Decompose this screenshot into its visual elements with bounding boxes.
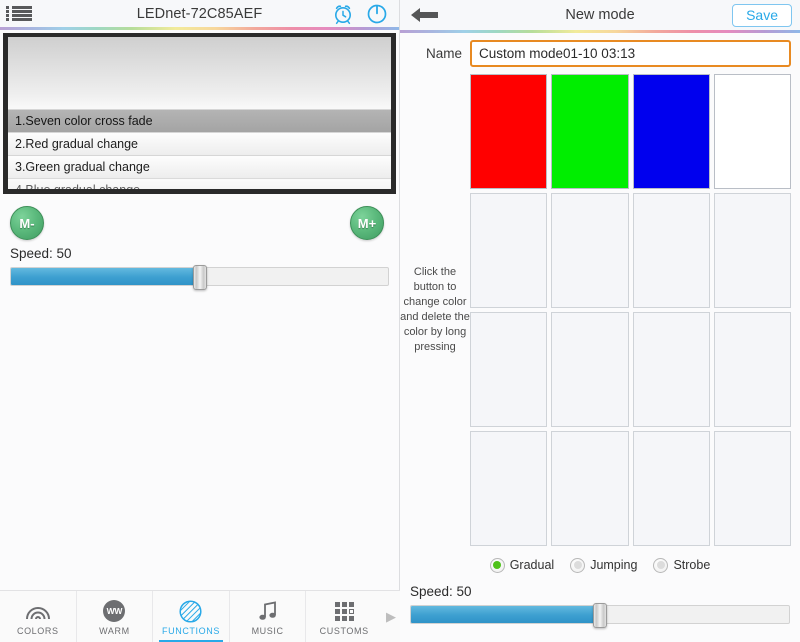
right-speed-control: Speed: 50 bbox=[400, 580, 800, 628]
left-speed-slider[interactable] bbox=[10, 265, 389, 290]
left-speed-label: Speed: 50 bbox=[10, 246, 72, 261]
right-speed-label: Speed: 50 bbox=[410, 584, 472, 599]
music-note-icon bbox=[258, 599, 278, 623]
left-speed-slider-fill bbox=[11, 268, 200, 285]
nav-label: MUSIC bbox=[251, 626, 284, 636]
ww-circle-icon: WW bbox=[103, 599, 126, 623]
color-cell[interactable] bbox=[551, 312, 629, 427]
header-icon-group bbox=[331, 2, 399, 26]
hamburger-list-icon[interactable] bbox=[6, 4, 32, 24]
nav-label: CUSTOMS bbox=[319, 626, 369, 636]
hatched-circle-icon bbox=[179, 599, 203, 623]
rainbow-divider bbox=[0, 27, 399, 30]
name-field-label: Name bbox=[425, 46, 462, 61]
radio-label: Gradual bbox=[509, 558, 555, 572]
nav-label: WARM bbox=[99, 626, 130, 636]
mode-option-group: Gradual Jumping Strobe bbox=[400, 550, 800, 580]
nav-item-colors[interactable]: COLORS bbox=[0, 591, 77, 642]
radio-gradual[interactable]: Gradual bbox=[489, 557, 555, 573]
radio-jumping[interactable]: Jumping bbox=[570, 557, 638, 573]
nav-label: COLORS bbox=[16, 626, 59, 636]
left-speed-slider-thumb[interactable] bbox=[192, 265, 207, 290]
radio-strobe[interactable]: Strobe bbox=[653, 557, 711, 573]
save-button[interactable]: Save bbox=[732, 3, 792, 27]
bottom-nav: COLORS WW WARM FUNCTIONS MUSIC CUSTOMS ▶ bbox=[0, 590, 400, 642]
back-arrow-icon[interactable] bbox=[410, 6, 440, 24]
mode-next-button[interactable]: M+ bbox=[350, 206, 384, 240]
mode-list-item[interactable]: 3.Green gradual change bbox=[8, 155, 391, 178]
nav-item-functions[interactable]: FUNCTIONS bbox=[153, 591, 230, 642]
nav-item-customs[interactable]: CUSTOMS bbox=[306, 591, 382, 642]
left-panel: LEDnet-72C85AEF 1.Seven color cross fade… bbox=[0, 0, 400, 642]
color-cell[interactable] bbox=[470, 74, 548, 189]
name-input[interactable] bbox=[470, 40, 791, 67]
left-header: LEDnet-72C85AEF bbox=[0, 0, 399, 27]
rainbow-arc-icon bbox=[25, 599, 51, 623]
radio-label: Strobe bbox=[673, 558, 711, 572]
color-grid bbox=[470, 74, 791, 546]
nav-item-music[interactable]: MUSIC bbox=[230, 591, 307, 642]
radio-label: Jumping bbox=[590, 558, 638, 572]
color-cell[interactable] bbox=[551, 431, 629, 546]
color-cell[interactable] bbox=[470, 312, 548, 427]
color-grid-area: Click the button to change color and del… bbox=[400, 74, 800, 546]
nav-more-arrow-icon[interactable]: ▶ bbox=[382, 591, 400, 642]
mode-list[interactable]: 1.Seven color cross fade 2.Red gradual c… bbox=[8, 37, 391, 189]
radio-mark-icon bbox=[570, 557, 586, 573]
right-panel: New mode Save Name Click the button to c… bbox=[400, 0, 800, 642]
nav-label: FUNCTIONS bbox=[162, 626, 220, 636]
right-speed-slider-fill bbox=[411, 606, 600, 623]
mode-list-box: 1.Seven color cross fade 2.Red gradual c… bbox=[3, 33, 396, 194]
mode-step-buttons: M- M+ bbox=[0, 200, 399, 246]
radio-mark-icon bbox=[489, 557, 505, 573]
color-grid-hint: Click the button to change color and del… bbox=[400, 266, 470, 353]
color-cell[interactable] bbox=[470, 193, 548, 308]
color-cell[interactable] bbox=[632, 74, 710, 189]
app-root: LEDnet-72C85AEF 1.Seven color cross fade… bbox=[0, 0, 800, 642]
mode-list-item[interactable]: 1.Seven color cross fade bbox=[8, 109, 391, 132]
right-header: New mode Save bbox=[400, 0, 800, 30]
color-cell[interactable] bbox=[713, 312, 791, 427]
color-cell[interactable] bbox=[713, 74, 791, 189]
color-cell[interactable] bbox=[713, 193, 791, 308]
color-cell[interactable] bbox=[632, 193, 710, 308]
color-cell[interactable] bbox=[470, 431, 548, 546]
color-cell[interactable] bbox=[551, 193, 629, 308]
radio-mark-icon bbox=[653, 557, 669, 573]
color-cell[interactable] bbox=[551, 74, 629, 189]
right-speed-slider[interactable] bbox=[410, 603, 790, 628]
right-speed-slider-thumb[interactable] bbox=[593, 603, 607, 628]
name-field-row: Name bbox=[400, 33, 800, 74]
mode-list-item[interactable]: 4.Blue gradual change bbox=[8, 178, 391, 189]
mode-list-spacer bbox=[8, 37, 391, 109]
alarm-clock-icon[interactable] bbox=[331, 2, 355, 26]
left-speed-control: Speed: 50 bbox=[0, 246, 399, 290]
color-cell[interactable] bbox=[713, 431, 791, 546]
grid-squares-icon bbox=[334, 599, 354, 623]
color-cell[interactable] bbox=[632, 312, 710, 427]
nav-item-warm[interactable]: WW WARM bbox=[77, 591, 154, 642]
mode-list-item[interactable]: 2.Red gradual change bbox=[8, 132, 391, 155]
power-icon[interactable] bbox=[365, 2, 389, 26]
mode-prev-button[interactable]: M- bbox=[10, 206, 44, 240]
color-cell[interactable] bbox=[632, 431, 710, 546]
